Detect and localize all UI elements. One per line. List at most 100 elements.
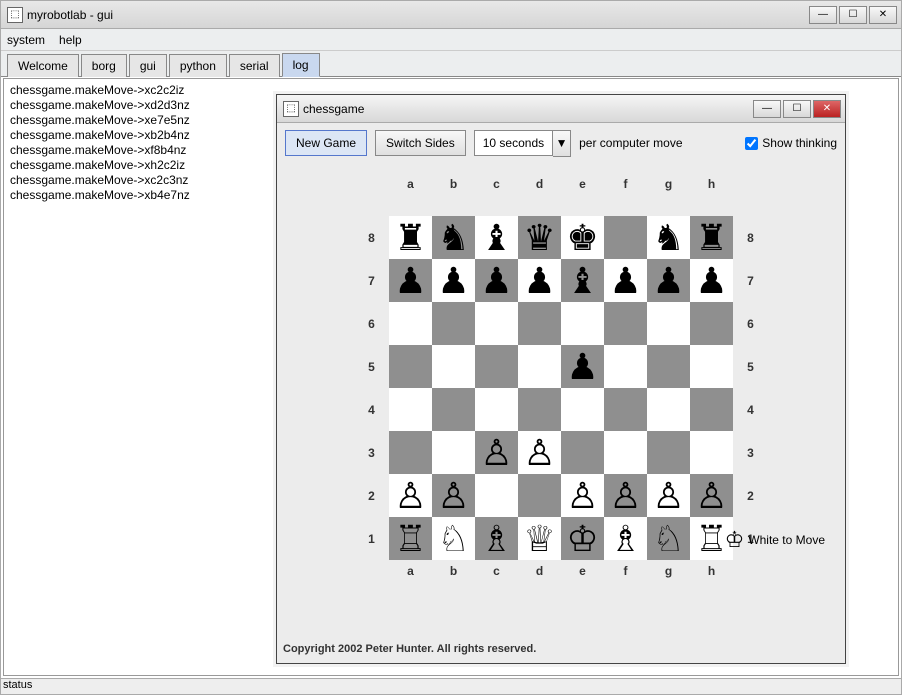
square-c4[interactable] xyxy=(475,388,518,431)
square-f3[interactable] xyxy=(604,431,647,474)
square-a8[interactable]: ♜ xyxy=(389,216,432,259)
square-b1[interactable]: ♘ xyxy=(432,517,475,560)
square-e6[interactable] xyxy=(561,302,604,345)
square-c7[interactable]: ♟ xyxy=(475,259,518,302)
chevron-down-icon[interactable]: ▼ xyxy=(553,130,571,157)
rank-label: 6 xyxy=(733,302,768,345)
square-f6[interactable] xyxy=(604,302,647,345)
square-f1[interactable]: ♗ xyxy=(604,517,647,560)
square-b8[interactable]: ♞ xyxy=(432,216,475,259)
chess-maximize-button[interactable]: ☐ xyxy=(783,100,811,118)
tab-python[interactable]: python xyxy=(169,54,227,77)
show-thinking-checkbox[interactable]: Show thinking xyxy=(745,136,837,150)
square-a7[interactable]: ♟ xyxy=(389,259,432,302)
chess-minimize-button[interactable]: — xyxy=(753,100,781,118)
square-a4[interactable] xyxy=(389,388,432,431)
square-a3[interactable] xyxy=(389,431,432,474)
square-b6[interactable] xyxy=(432,302,475,345)
square-c2[interactable] xyxy=(475,474,518,517)
square-g2[interactable]: ♙ xyxy=(647,474,690,517)
square-e5[interactable]: ♟ xyxy=(561,345,604,388)
square-f7[interactable]: ♟ xyxy=(604,259,647,302)
square-e3[interactable] xyxy=(561,431,604,474)
square-g1[interactable]: ♘ xyxy=(647,517,690,560)
copyright-label: Copyright 2002 Peter Hunter. All rights … xyxy=(283,643,536,655)
rank-label: 2 xyxy=(733,474,768,517)
file-label: d xyxy=(518,560,561,582)
time-select[interactable]: 10 seconds ▼ xyxy=(474,130,571,157)
rank-label: 7 xyxy=(733,259,768,302)
square-h2[interactable]: ♙ xyxy=(690,474,733,517)
minimize-button[interactable]: — xyxy=(809,6,837,24)
rank-label: 8 xyxy=(354,216,389,259)
square-h5[interactable] xyxy=(690,345,733,388)
square-d1[interactable]: ♕ xyxy=(518,517,561,560)
square-f2[interactable]: ♙ xyxy=(604,474,647,517)
maximize-button[interactable]: ☐ xyxy=(839,6,867,24)
square-d8[interactable]: ♛ xyxy=(518,216,561,259)
close-button[interactable]: ✕ xyxy=(869,6,897,24)
square-e8[interactable]: ♚ xyxy=(561,216,604,259)
square-g5[interactable] xyxy=(647,345,690,388)
square-a6[interactable] xyxy=(389,302,432,345)
turn-label: White to Move xyxy=(748,533,825,547)
file-label: g xyxy=(647,560,690,582)
square-b3[interactable] xyxy=(432,431,475,474)
square-a2[interactable]: ♙ xyxy=(389,474,432,517)
tab-gui[interactable]: gui xyxy=(129,54,167,77)
square-c6[interactable] xyxy=(475,302,518,345)
show-thinking-input[interactable] xyxy=(745,137,758,150)
switch-sides-button[interactable]: Switch Sides xyxy=(375,130,466,156)
square-c5[interactable] xyxy=(475,345,518,388)
square-c1[interactable]: ♗ xyxy=(475,517,518,560)
square-d2[interactable] xyxy=(518,474,561,517)
rank-label: 2 xyxy=(354,474,389,517)
square-c3[interactable]: ♙ xyxy=(475,431,518,474)
time-select-value[interactable]: 10 seconds xyxy=(474,130,553,156)
square-c8[interactable]: ♝ xyxy=(475,216,518,259)
square-h8[interactable]: ♜ xyxy=(690,216,733,259)
square-h3[interactable] xyxy=(690,431,733,474)
square-e7[interactable]: ♝ xyxy=(561,259,604,302)
square-d6[interactable] xyxy=(518,302,561,345)
square-h4[interactable] xyxy=(690,388,733,431)
square-d3[interactable]: ♙ xyxy=(518,431,561,474)
square-a1[interactable]: ♖ xyxy=(389,517,432,560)
chess-board: abcdefgh8♜♞♝♛♚♞♜87♟♟♟♟♝♟♟♟7665♟5443♙♙32♙… xyxy=(354,173,768,603)
square-d4[interactable] xyxy=(518,388,561,431)
square-g8[interactable]: ♞ xyxy=(647,216,690,259)
square-f4[interactable] xyxy=(604,388,647,431)
square-d5[interactable] xyxy=(518,345,561,388)
square-f8[interactable] xyxy=(604,216,647,259)
tabbar: Welcomeborgguipythonseriallog xyxy=(1,51,901,77)
square-h6[interactable] xyxy=(690,302,733,345)
per-move-label: per computer move xyxy=(579,136,682,150)
square-e4[interactable] xyxy=(561,388,604,431)
square-b4[interactable] xyxy=(432,388,475,431)
square-g7[interactable]: ♟ xyxy=(647,259,690,302)
rank-label: 5 xyxy=(354,345,389,388)
menu-system[interactable]: system xyxy=(7,33,45,47)
square-f5[interactable] xyxy=(604,345,647,388)
square-g3[interactable] xyxy=(647,431,690,474)
square-e2[interactable]: ♙ xyxy=(561,474,604,517)
file-label: c xyxy=(475,560,518,582)
square-h7[interactable]: ♟ xyxy=(690,259,733,302)
tab-serial[interactable]: serial xyxy=(229,54,280,77)
square-b7[interactable]: ♟ xyxy=(432,259,475,302)
square-d7[interactable]: ♟ xyxy=(518,259,561,302)
menu-help[interactable]: help xyxy=(59,33,82,47)
tab-log[interactable]: log xyxy=(282,53,320,77)
square-e1[interactable]: ♔ xyxy=(561,517,604,560)
square-g6[interactable] xyxy=(647,302,690,345)
square-g4[interactable] xyxy=(647,388,690,431)
file-label: a xyxy=(389,560,432,582)
tab-welcome[interactable]: Welcome xyxy=(7,54,79,77)
square-b2[interactable]: ♙ xyxy=(432,474,475,517)
square-a5[interactable] xyxy=(389,345,432,388)
new-game-button[interactable]: New Game xyxy=(285,130,367,156)
rank-label: 3 xyxy=(354,431,389,474)
square-b5[interactable] xyxy=(432,345,475,388)
chess-close-button[interactable]: ✕ xyxy=(813,100,841,118)
tab-borg[interactable]: borg xyxy=(81,54,127,77)
